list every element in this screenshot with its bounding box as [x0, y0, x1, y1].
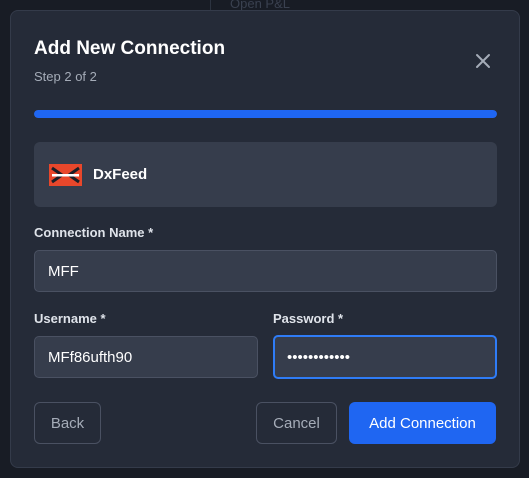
provider-name: DxFeed	[93, 166, 148, 183]
username-label: Username *	[34, 311, 106, 326]
background-divider	[210, 0, 211, 10]
back-button[interactable]: Back	[34, 402, 101, 444]
add-connection-dialog: Add New Connection Step 2 of 2 DxFeed Co…	[10, 10, 520, 468]
add-connection-button[interactable]: Add Connection	[349, 402, 496, 444]
password-input[interactable]	[273, 335, 497, 379]
username-input[interactable]	[34, 336, 258, 378]
cancel-button[interactable]: Cancel	[256, 402, 337, 444]
dialog-title: Add New Connection	[34, 38, 226, 59]
connection-name-input[interactable]	[34, 250, 497, 292]
progress-bar	[34, 110, 497, 118]
dxfeed-logo-icon	[49, 163, 82, 186]
close-button[interactable]	[471, 49, 495, 73]
password-label: Password *	[273, 311, 344, 326]
close-icon	[476, 54, 490, 68]
step-indicator: Step 2 of 2	[34, 69, 97, 84]
progress-bar-fill	[34, 110, 497, 118]
selected-provider-card: DxFeed	[34, 142, 497, 207]
connection-name-label: Connection Name *	[34, 225, 154, 240]
